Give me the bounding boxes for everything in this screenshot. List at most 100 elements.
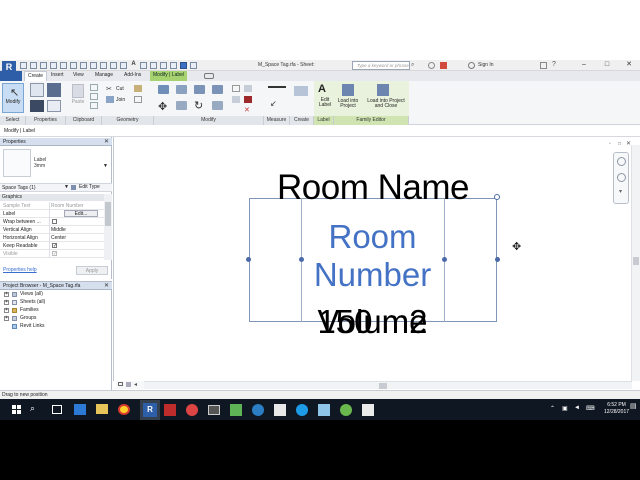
sun-path-icon[interactable]: ◂	[134, 381, 137, 388]
move-icon[interactable]: ✥	[158, 100, 167, 113]
mirror-axis-icon[interactable]	[194, 85, 205, 94]
modify-button[interactable]: ↖ Modify	[2, 83, 24, 113]
pin-icon[interactable]	[244, 96, 252, 103]
mirror-draw-icon[interactable]	[212, 85, 223, 94]
cut-label[interactable]: Cut	[116, 86, 124, 92]
paint-icon[interactable]	[134, 85, 142, 92]
properties-close-icon[interactable]: ✕	[104, 138, 109, 145]
apply-button[interactable]: Apply	[76, 266, 108, 275]
tree-item-sheets[interactable]: + Sheets (all)	[4, 299, 104, 307]
type-dropdown-icon[interactable]: ▼	[103, 163, 108, 169]
family-types-icon[interactable]	[30, 100, 44, 112]
tag-icon[interactable]	[160, 62, 167, 69]
property-row[interactable]: Horizontal Align Center	[0, 234, 104, 242]
properties-icon[interactable]	[30, 83, 44, 97]
split-icon[interactable]	[232, 85, 240, 92]
view-maximize-icon[interactable]: □	[618, 141, 621, 147]
file-explorer-icon[interactable]	[96, 404, 108, 414]
visible-checkbox[interactable]: ✓	[52, 251, 57, 257]
edit-type-button[interactable]: Edit Type	[79, 183, 100, 192]
resize-grip-right[interactable]	[495, 257, 500, 262]
undo-icon[interactable]	[40, 62, 47, 69]
load-close-icon[interactable]	[377, 84, 389, 96]
notifications-icon[interactable]: ▤	[630, 402, 638, 416]
expand-icon[interactable]: +	[4, 308, 9, 313]
save-icon[interactable]	[30, 62, 37, 69]
text-icon[interactable]: A	[130, 61, 137, 69]
rotate-icon[interactable]: ↻	[194, 99, 203, 112]
join-icon[interactable]	[106, 96, 114, 103]
open-icon[interactable]	[20, 62, 27, 69]
room-name-label[interactable]: Room Name	[258, 166, 488, 210]
qat-dropdown-icon[interactable]	[190, 62, 197, 69]
minimize-button[interactable]: –	[573, 60, 595, 70]
tree-item-families[interactable]: + Families	[4, 307, 104, 315]
app-white-icon[interactable]	[362, 404, 374, 416]
load-into-project-button[interactable]: Load into Project	[332, 99, 364, 109]
user-icon[interactable]	[468, 62, 475, 69]
app-green-icon[interactable]	[340, 404, 352, 416]
tab-view[interactable]: View	[73, 72, 84, 78]
properties-help-link[interactable]: Properties help	[3, 267, 37, 273]
clipboard-icon[interactable]	[90, 102, 98, 109]
horizontal-scrollbar[interactable]	[118, 381, 632, 389]
keyboard-icon[interactable]: ⌨	[586, 405, 595, 412]
skype-icon[interactable]	[296, 404, 308, 416]
keep-readable-checkbox[interactable]: ✓	[52, 243, 57, 249]
sync-icon[interactable]	[170, 62, 177, 69]
resize-grip-left[interactable]	[246, 257, 251, 262]
label-edit-button[interactable]: Edit...	[64, 210, 98, 217]
print-icon[interactable]	[60, 62, 67, 69]
recorder-icon[interactable]	[186, 404, 198, 416]
file-tab[interactable]	[0, 71, 22, 81]
property-row[interactable]: Wrap between ...	[0, 218, 104, 226]
ribbon-toggle-icon[interactable]	[204, 73, 214, 79]
property-row[interactable]: Keep Readable ✓	[0, 242, 104, 250]
maximize-button[interactable]: □	[596, 60, 618, 70]
vscroll-thumb[interactable]	[633, 257, 639, 265]
property-value[interactable]	[49, 218, 101, 226]
expand-icon[interactable]: +	[4, 300, 9, 305]
selector-dropdown-icon[interactable]: ▼	[64, 184, 69, 190]
ie-icon[interactable]	[252, 404, 264, 416]
split-face-icon[interactable]	[134, 96, 142, 103]
volume-icon[interactable]: ◄	[574, 405, 580, 411]
search-taskbar-icon[interactable]: ⌕	[30, 403, 35, 414]
search-input[interactable]: Type a keyword or phrase	[352, 61, 410, 70]
tree-item-views[interactable]: + Views (all)	[4, 291, 104, 299]
a360-icon[interactable]	[440, 62, 447, 69]
search-icon[interactable]: ⌕	[411, 62, 419, 70]
tab-add-ins[interactable]: Add-Ins	[124, 72, 141, 78]
array-icon[interactable]	[244, 85, 252, 92]
scale-icon-small[interactable]	[118, 382, 123, 386]
visual-style-icon[interactable]	[126, 382, 131, 387]
measure-distance-icon[interactable]	[268, 86, 286, 92]
load-and-close-button[interactable]: Load into Project and Close	[364, 99, 408, 109]
property-value[interactable]: ✓	[49, 242, 101, 250]
utility-icon[interactable]	[230, 404, 242, 416]
match-type-icon[interactable]	[90, 93, 98, 100]
exchange-apps-icon[interactable]	[540, 62, 547, 69]
photos-icon[interactable]	[318, 404, 330, 416]
subscription-icon[interactable]	[428, 62, 435, 69]
3d-view-icon[interactable]	[90, 62, 97, 69]
zoom-icon[interactable]	[617, 173, 626, 182]
tree-item-revit-links[interactable]: Revit Links	[4, 323, 104, 331]
task-view-icon[interactable]	[52, 405, 62, 414]
chrome-icon[interactable]	[118, 404, 130, 415]
dimension-icon[interactable]: ↙	[270, 99, 277, 108]
autocad-taskbar-icon[interactable]	[164, 404, 176, 416]
zoom-dropdown-icon[interactable]: ▾	[619, 188, 622, 195]
property-row[interactable]: Label Edit...	[0, 210, 104, 218]
view-control-bar[interactable]: ◂	[116, 381, 144, 389]
create-group-icon[interactable]	[294, 86, 308, 96]
panel-select[interactable]: Select	[0, 116, 26, 125]
property-value[interactable]: Middle	[49, 226, 101, 234]
family-category-icon[interactable]	[47, 100, 61, 112]
tree-item-groups[interactable]: + Groups	[4, 315, 104, 323]
property-value[interactable]: ✓	[49, 250, 101, 258]
rotate-grip-icon[interactable]	[494, 194, 500, 200]
join-label[interactable]: Join	[116, 97, 125, 103]
property-row[interactable]: Vertical Align Middle	[0, 226, 104, 234]
annotate-icon[interactable]	[80, 62, 87, 69]
